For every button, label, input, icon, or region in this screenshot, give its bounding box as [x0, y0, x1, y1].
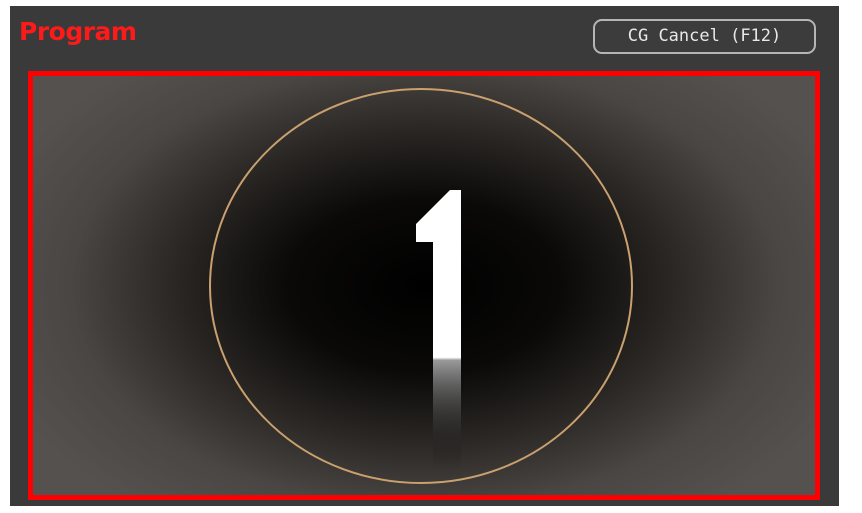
- cg-cancel-button[interactable]: CG Cancel (F12): [593, 19, 816, 54]
- countdown-number: 1: [33, 76, 43, 80]
- countdown-leader: 1: [33, 76, 633, 484]
- program-preview: 1: [28, 71, 820, 500]
- countdown-digit-shape: [416, 190, 461, 469]
- countdown-ring: [209, 88, 633, 484]
- program-title: Program: [19, 17, 137, 46]
